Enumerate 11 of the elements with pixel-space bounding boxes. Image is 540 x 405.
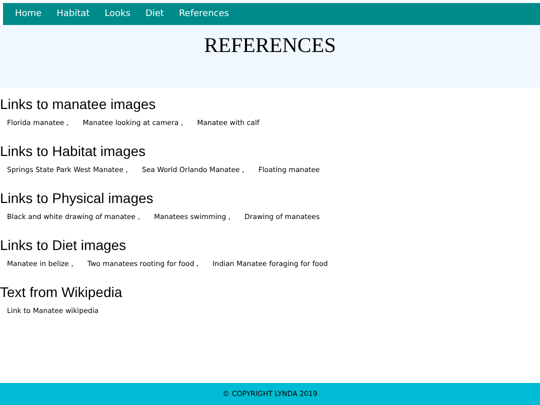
section-heading: Links to Physical images [0,189,154,208]
nav-link[interactable]: Home [15,9,49,19]
section-heading: Links to manatee images [0,95,156,114]
section-heading: Text from Wikipedia [0,283,122,302]
nav-link[interactable]: References [178,9,236,19]
section-heading: Links to Diet images [0,236,126,255]
nav-link[interactable]: Diet [145,9,171,19]
nav-link[interactable]: Habitat [56,9,97,19]
nav-link[interactable]: Looks [104,9,138,19]
page-title: REFERENCES [204,33,336,58]
section-heading: Links to Habitat images [0,142,146,161]
